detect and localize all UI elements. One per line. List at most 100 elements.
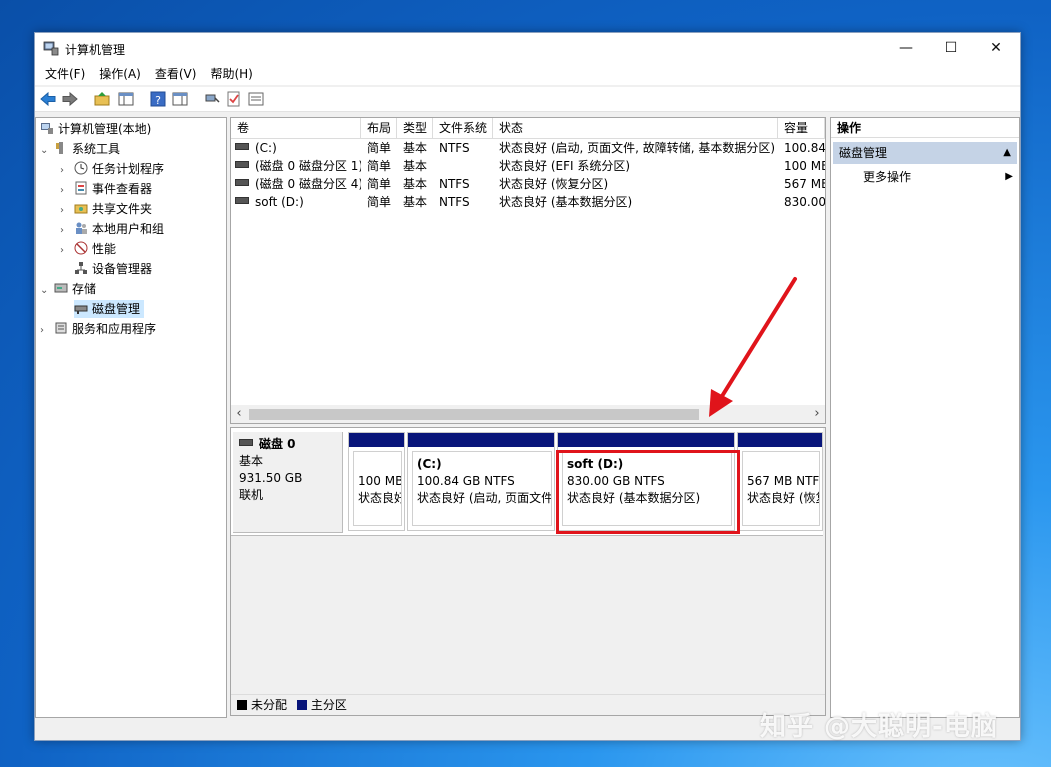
volume-filesystem: NTFS	[439, 177, 470, 191]
tree-local-users[interactable]: › 本地用户和组	[60, 220, 164, 238]
disk-info[interactable]: 磁盘 0 基本 931.50 GB 联机	[233, 432, 343, 533]
menu-action[interactable]: 操作(A)	[95, 63, 145, 85]
column-header-volume[interactable]: 卷	[231, 118, 361, 138]
actions-header: 操作	[831, 118, 1019, 138]
volume-filesystem: NTFS	[439, 141, 470, 155]
legend-primary-swatch	[296, 700, 307, 710]
tree-system-tools[interactable]: ⌄ 系统工具	[40, 140, 120, 158]
tree-storage[interactable]: ⌄ 存储	[40, 280, 96, 298]
tree-services-apps[interactable]: › 服务和应用程序	[40, 320, 156, 338]
partition-title	[358, 456, 397, 473]
show-hide-tree-icon[interactable]	[117, 90, 135, 108]
tree-shared-folders[interactable]: › 共享文件夹	[60, 200, 152, 218]
expanded-chevron-icon[interactable]: ⌄	[40, 282, 54, 300]
expanded-chevron-icon[interactable]: ⌄	[40, 142, 54, 160]
table-row[interactable]: (磁盘 0 磁盘分区 1) 简单 基本 状态良好 (EFI 系统分区) 100 …	[231, 157, 825, 175]
volume-type: 基本	[403, 141, 428, 155]
column-header-filesystem[interactable]: 文件系统	[433, 118, 493, 138]
legend-unallocated-swatch	[237, 700, 247, 710]
scroll-left-icon[interactable]: ‹	[231, 405, 247, 423]
red-arrow-annotation	[709, 277, 797, 417]
tree-performance[interactable]: › 性能	[60, 240, 116, 258]
tree-services-apps-label: 服务和应用程序	[72, 322, 157, 336]
tree-performance-label: 性能	[92, 242, 117, 256]
volume-icon	[235, 161, 249, 168]
column-header-layout[interactable]: 布局	[361, 118, 397, 138]
window-title: 计算机管理	[65, 43, 126, 57]
maximize-button[interactable]: ☐	[928, 33, 974, 63]
table-row[interactable]: soft (D:) 简单 基本 NTFS 状态良好 (基本数据分区) 830.0…	[231, 193, 825, 211]
volume-name: (磁盘 0 磁盘分区 1)	[255, 159, 361, 173]
collapsed-chevron-icon[interactable]: ›	[60, 222, 74, 240]
volume-status: 状态良好 (基本数据分区)	[499, 195, 633, 209]
collapsed-chevron-icon[interactable]: ›	[60, 202, 74, 220]
collapsed-chevron-icon[interactable]: ›	[60, 162, 74, 180]
tree-event-viewer[interactable]: › 事件查看器	[60, 180, 152, 198]
tree-root-label: 计算机管理(本地)	[58, 122, 152, 136]
scroll-right-icon[interactable]: ›	[809, 405, 825, 423]
partition-bar	[408, 433, 554, 447]
volume-name: (C:)	[255, 141, 277, 155]
scrollbar-thumb[interactable]	[249, 409, 699, 420]
volume-capacity: 100 MB	[784, 159, 825, 173]
computer-management-window: 计算机管理 — ☐ ✕ 文件(F) 操作(A) 查看(V) 帮助(H) ? 计算机管理…	[34, 32, 1021, 741]
back-arrow-icon[interactable]	[39, 90, 57, 108]
table-row[interactable]: (磁盘 0 磁盘分区 4) 简单 基本 NTFS 状态良好 (恢复分区) 567…	[231, 175, 825, 193]
event-viewer-icon	[75, 181, 87, 195]
tree-root[interactable]: 计算机管理(本地)	[40, 120, 151, 138]
partition-c[interactable]: (C:) 100.84 GB NTFS 状态良好 (启动, 页面文件	[407, 432, 555, 531]
collapsed-chevron-icon[interactable]: ›	[40, 322, 54, 340]
column-header-type[interactable]: 类型	[397, 118, 433, 138]
tree-task-scheduler-label: 任务计划程序	[92, 162, 165, 176]
toolbar: ?	[35, 87, 1020, 112]
export-list-icon[interactable]	[247, 90, 265, 108]
tree-storage-label: 存储	[72, 282, 97, 296]
collapsed-chevron-icon[interactable]: ›	[60, 182, 74, 200]
connect-icon[interactable]	[203, 90, 221, 108]
volume-name: (磁盘 0 磁盘分区 4)	[255, 177, 361, 191]
help-icon[interactable]: ?	[149, 90, 167, 108]
menu-file[interactable]: 文件(F)	[41, 63, 89, 85]
partition-efi[interactable]: 100 MB 状态良好	[348, 432, 405, 531]
tree-task-scheduler[interactable]: › 任务计划程序	[60, 160, 164, 178]
submenu-arrow-icon: ▶	[1005, 171, 1013, 182]
check-icon[interactable]	[225, 90, 243, 108]
partition-size: 100 MB	[358, 474, 402, 488]
actions-section-disk-management[interactable]: 磁盘管理 ▲	[833, 142, 1017, 164]
volume-layout: 简单	[367, 177, 392, 191]
shared-folder-icon	[74, 204, 88, 214]
volume-type: 基本	[403, 195, 428, 209]
column-header-status[interactable]: 状态	[493, 118, 778, 138]
volume-list-header: 卷 布局 类型 文件系统 状态 容量	[231, 118, 825, 139]
device-manager-icon	[75, 262, 87, 274]
highlight-box	[556, 450, 740, 534]
tree-device-manager[interactable]: 设备管理器	[74, 260, 152, 278]
collapsed-chevron-icon[interactable]: ›	[60, 242, 74, 260]
close-button[interactable]: ✕	[973, 33, 1019, 63]
volume-filesystem	[439, 157, 493, 175]
more-actions-item[interactable]: 更多操作 ▶	[863, 168, 1013, 186]
title-bar[interactable]: 计算机管理 — ☐ ✕	[35, 33, 1020, 63]
properties-pane-icon[interactable]	[171, 90, 189, 108]
partition-bar	[558, 433, 734, 447]
disk-name: 磁盘 0	[259, 437, 296, 451]
partition-recovery[interactable]: 567 MB NTFS 状态良好 (恢复	[737, 432, 823, 531]
collapse-triangle-icon[interactable]: ▲	[1003, 142, 1011, 164]
menu-help[interactable]: 帮助(H)	[206, 63, 256, 85]
table-row[interactable]: (C:) 简单 基本 NTFS 状态良好 (启动, 页面文件, 故障转储, 基本…	[231, 139, 825, 157]
volume-capacity: 567 MB	[784, 177, 825, 191]
disk-kind: 基本	[239, 454, 264, 468]
volume-layout: 简单	[367, 159, 392, 173]
forward-arrow-icon[interactable]	[61, 90, 79, 108]
navigation-tree: 计算机管理(本地) ⌄ 系统工具 › 任务计划程序 › 事件查看器 › 共享文件夹 › 本…	[35, 117, 227, 718]
menu-view[interactable]: 查看(V)	[151, 63, 201, 85]
volume-layout: 简单	[367, 141, 392, 155]
volume-icon	[235, 197, 249, 204]
column-header-capacity[interactable]: 容量	[778, 118, 825, 138]
minimize-button[interactable]: —	[883, 33, 929, 63]
tree-disk-management[interactable]: 磁盘管理	[74, 300, 145, 318]
up-folder-icon[interactable]	[93, 90, 111, 108]
volume-type: 基本	[403, 159, 428, 173]
menu-bar: 文件(F) 操作(A) 查看(V) 帮助(H)	[35, 63, 1020, 85]
volume-icon	[235, 179, 249, 186]
